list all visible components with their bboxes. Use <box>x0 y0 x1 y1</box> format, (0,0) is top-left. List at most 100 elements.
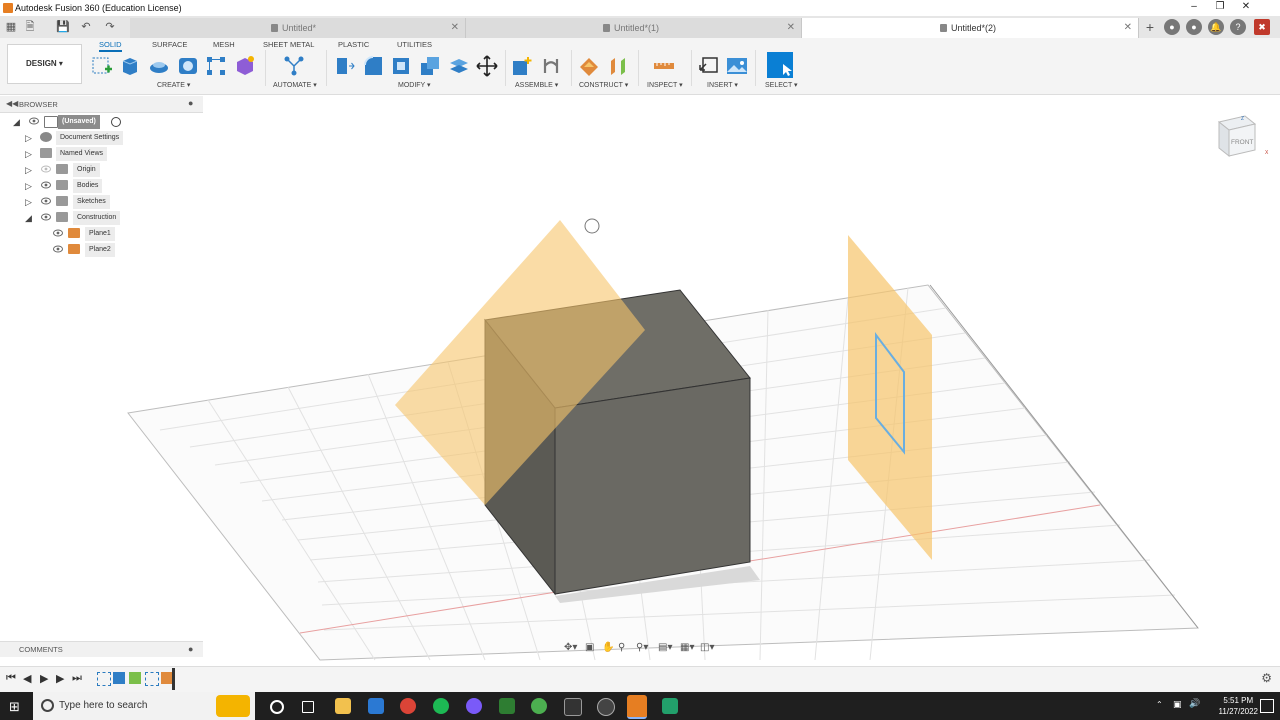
restore-button[interactable]: ❐ <box>1208 1 1232 15</box>
job-status-icon[interactable]: ● <box>1186 19 1202 35</box>
timeline-sketch-icon[interactable] <box>145 672 159 686</box>
notifications-icon[interactable]: 🔔 <box>1208 19 1224 35</box>
combine-icon[interactable] <box>419 55 441 77</box>
pattern-icon[interactable] <box>205 55 227 77</box>
task-view-icon[interactable] <box>302 701 314 713</box>
save-icon[interactable]: 💾 <box>55 19 71 35</box>
tab-utilities[interactable]: UTILITIES <box>397 40 432 49</box>
notification-center-icon[interactable] <box>1260 699 1274 713</box>
tab-mesh[interactable]: MESH <box>213 40 235 49</box>
tab-sheet-metal[interactable]: SHEET METAL <box>263 40 314 49</box>
timeline-sketch-icon[interactable] <box>97 672 111 686</box>
pan-icon[interactable]: ✋ <box>602 642 614 653</box>
search-highlight-icon[interactable] <box>216 695 250 717</box>
network-icon[interactable]: ▣ <box>1173 699 1182 710</box>
insert-group-label[interactable]: INSERT ▾ <box>707 81 738 89</box>
go-to-end-icon[interactable]: ⏭ <box>72 672 82 685</box>
press-pull-icon[interactable] <box>333 55 355 77</box>
joint-icon[interactable] <box>540 55 562 77</box>
play-icon[interactable]: ▶ <box>40 672 48 685</box>
tab-untitled[interactable]: Untitled* ✕ <box>130 18 466 38</box>
undo-icon[interactable]: ↶ <box>78 19 94 35</box>
look-at-icon[interactable]: ▣ <box>585 642 594 653</box>
minimize-button[interactable]: – <box>1182 1 1206 15</box>
chrome-icon[interactable] <box>400 698 416 714</box>
workspace-switcher[interactable]: DESIGN ▾ <box>7 44 82 84</box>
comments-panel-header[interactable]: COMMENTS ● <box>0 641 203 657</box>
tab-surface[interactable]: SURFACE <box>152 40 187 49</box>
fit-icon[interactable]: ⚲▾ <box>636 642 648 653</box>
tab-plastic[interactable]: PLASTIC <box>338 40 369 49</box>
tab-solid[interactable]: SOLID <box>99 40 122 52</box>
close-tab-icon[interactable]: ✕ <box>451 22 459 33</box>
taskbar-clock[interactable]: 5:51 PM 11/27/2022 <box>1219 695 1258 717</box>
revolve-icon[interactable] <box>148 55 170 77</box>
new-tab-icon[interactable]: + <box>1142 19 1158 35</box>
tray-chevron-icon[interactable]: ⌃ <box>1156 700 1163 709</box>
redo-icon[interactable]: ↷ <box>102 19 118 35</box>
select-icon[interactable] <box>767 52 793 78</box>
green-square-app-icon[interactable] <box>662 698 678 714</box>
panel-options-icon[interactable]: ● <box>188 644 193 654</box>
z-axis-label: Z <box>1241 116 1244 122</box>
file-icon[interactable]: 🗎 <box>22 19 38 35</box>
assemble-group-label[interactable]: ASSEMBLE ▾ <box>515 81 558 89</box>
automate-group-label[interactable]: AUTOMATE ▾ <box>273 81 317 89</box>
close-button[interactable]: ✕ <box>1234 1 1258 15</box>
extensions-icon[interactable]: ● <box>1164 19 1180 35</box>
new-component-icon[interactable] <box>511 55 533 77</box>
fusion360-taskbar-icon[interactable] <box>627 695 647 719</box>
timeline-settings-gear-icon[interactable]: ⚙ <box>1261 671 1272 685</box>
go-to-start-icon[interactable]: ⏮ <box>6 672 16 685</box>
create-group-label[interactable]: CREATE ▾ <box>157 81 190 89</box>
modify-group-label[interactable]: MODIFY ▾ <box>398 81 431 89</box>
viewcube[interactable]: Z X FRONT <box>1213 112 1269 162</box>
discord-icon[interactable] <box>466 698 482 714</box>
tab-untitled-1[interactable]: Untitled*(1) ✕ <box>466 18 802 38</box>
offset-plane-icon[interactable] <box>578 55 600 77</box>
form-icon[interactable] <box>234 55 256 77</box>
orbit-icon[interactable]: ✥▾ <box>564 642 577 653</box>
cortana-icon[interactable] <box>270 700 284 714</box>
start-windows-icon[interactable]: ⊞ <box>9 699 20 715</box>
green-app-icon[interactable] <box>531 698 547 714</box>
close-tab-icon[interactable]: ✕ <box>787 22 795 33</box>
insert-canvas-icon[interactable] <box>726 55 748 77</box>
viewports-icon[interactable]: ◫▾ <box>700 642 714 653</box>
create-sketch-icon[interactable] <box>91 55 113 77</box>
inspect-group-label[interactable]: INSPECT ▾ <box>647 81 683 89</box>
measure-icon[interactable] <box>653 55 675 77</box>
3d-viewport[interactable] <box>0 95 1280 665</box>
timeline-midplane-icon[interactable] <box>129 672 141 684</box>
file-explorer-icon[interactable] <box>335 698 351 714</box>
select-group-label[interactable]: SELECT ▾ <box>765 81 798 89</box>
account-icon[interactable]: ✖ <box>1254 19 1270 35</box>
volume-icon[interactable]: 🔊 <box>1189 698 1200 709</box>
fillet-icon[interactable] <box>362 55 384 77</box>
construct-group-label[interactable]: CONSTRUCT ▾ <box>579 81 628 89</box>
move-icon[interactable] <box>476 55 498 77</box>
app-icon[interactable] <box>564 698 582 716</box>
power-app-icon[interactable] <box>597 698 615 716</box>
step-forward-icon[interactable]: ▶ <box>56 672 64 685</box>
midplane-icon[interactable] <box>607 55 629 77</box>
display-settings-icon[interactable]: ▤▾ <box>658 642 672 653</box>
apps-grid-icon[interactable]: ▦ <box>3 19 19 35</box>
hole-icon[interactable] <box>177 55 199 77</box>
help-icon[interactable]: ? <box>1230 19 1246 35</box>
spotify-icon[interactable] <box>433 698 449 714</box>
offset-face-icon[interactable] <box>448 55 470 77</box>
automate-icon[interactable] <box>283 55 305 77</box>
step-back-icon[interactable]: ◀ <box>23 672 31 685</box>
shell-icon[interactable] <box>390 55 412 77</box>
insert-derive-icon[interactable] <box>698 55 720 77</box>
tab-untitled-2[interactable]: Untitled*(2) ✕ <box>802 18 1139 38</box>
excel-icon[interactable] <box>499 698 515 714</box>
timeline-extrude-icon[interactable] <box>113 672 125 684</box>
mail-icon[interactable] <box>368 698 384 714</box>
zoom-icon[interactable]: ⚲ <box>618 642 625 653</box>
close-tab-icon[interactable]: ✕ <box>1124 22 1132 33</box>
grid-settings-icon[interactable]: ▦▾ <box>680 642 694 653</box>
timeline-marker[interactable] <box>172 668 175 690</box>
extrude-icon[interactable] <box>119 55 141 77</box>
